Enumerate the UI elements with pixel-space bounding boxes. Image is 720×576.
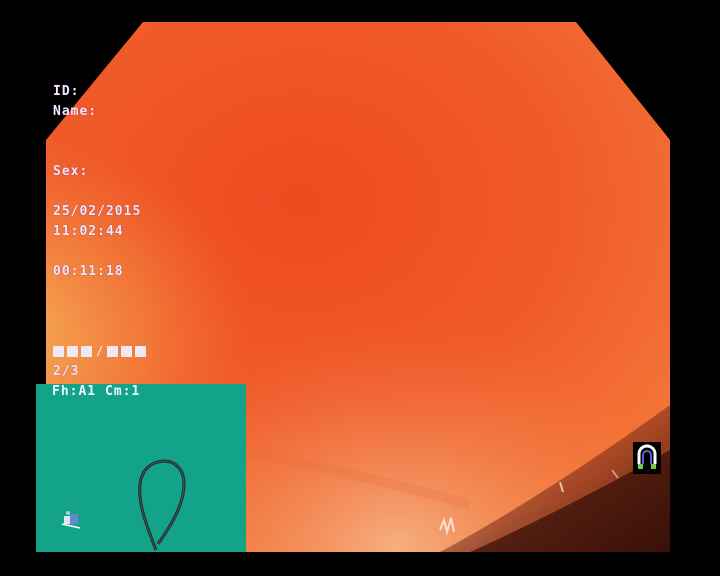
scope-panel-header: Fh:A1 Cm:1 xyxy=(52,384,141,399)
status-box xyxy=(107,346,119,357)
status-box xyxy=(67,346,78,357)
exam-time: 11:02:44 xyxy=(53,224,124,239)
status-box xyxy=(121,346,133,357)
patient-position-icon xyxy=(61,511,81,529)
scope-position-panel: Fh:A1 Cm:1 xyxy=(36,384,246,552)
status-box xyxy=(53,346,64,357)
status-indicator: / xyxy=(53,344,147,358)
image-fraction: 2/3 xyxy=(53,364,80,379)
scope-shape-diagram xyxy=(61,459,186,551)
patient-sex-label: Sex: xyxy=(53,164,89,179)
exam-date: 25/02/2015 xyxy=(53,204,142,219)
magnet-icon xyxy=(633,442,661,474)
status-box xyxy=(81,346,92,357)
status-box xyxy=(135,346,147,357)
patient-id-label: ID: xyxy=(53,84,80,99)
patient-name-label: Name: xyxy=(53,104,98,119)
elapsed-time: 00:11:18 xyxy=(53,264,124,279)
endoscopy-screen: ID: Name: Sex: 25/02/2015 11:02:44 00:11… xyxy=(0,0,720,576)
status-slash: / xyxy=(96,344,104,358)
